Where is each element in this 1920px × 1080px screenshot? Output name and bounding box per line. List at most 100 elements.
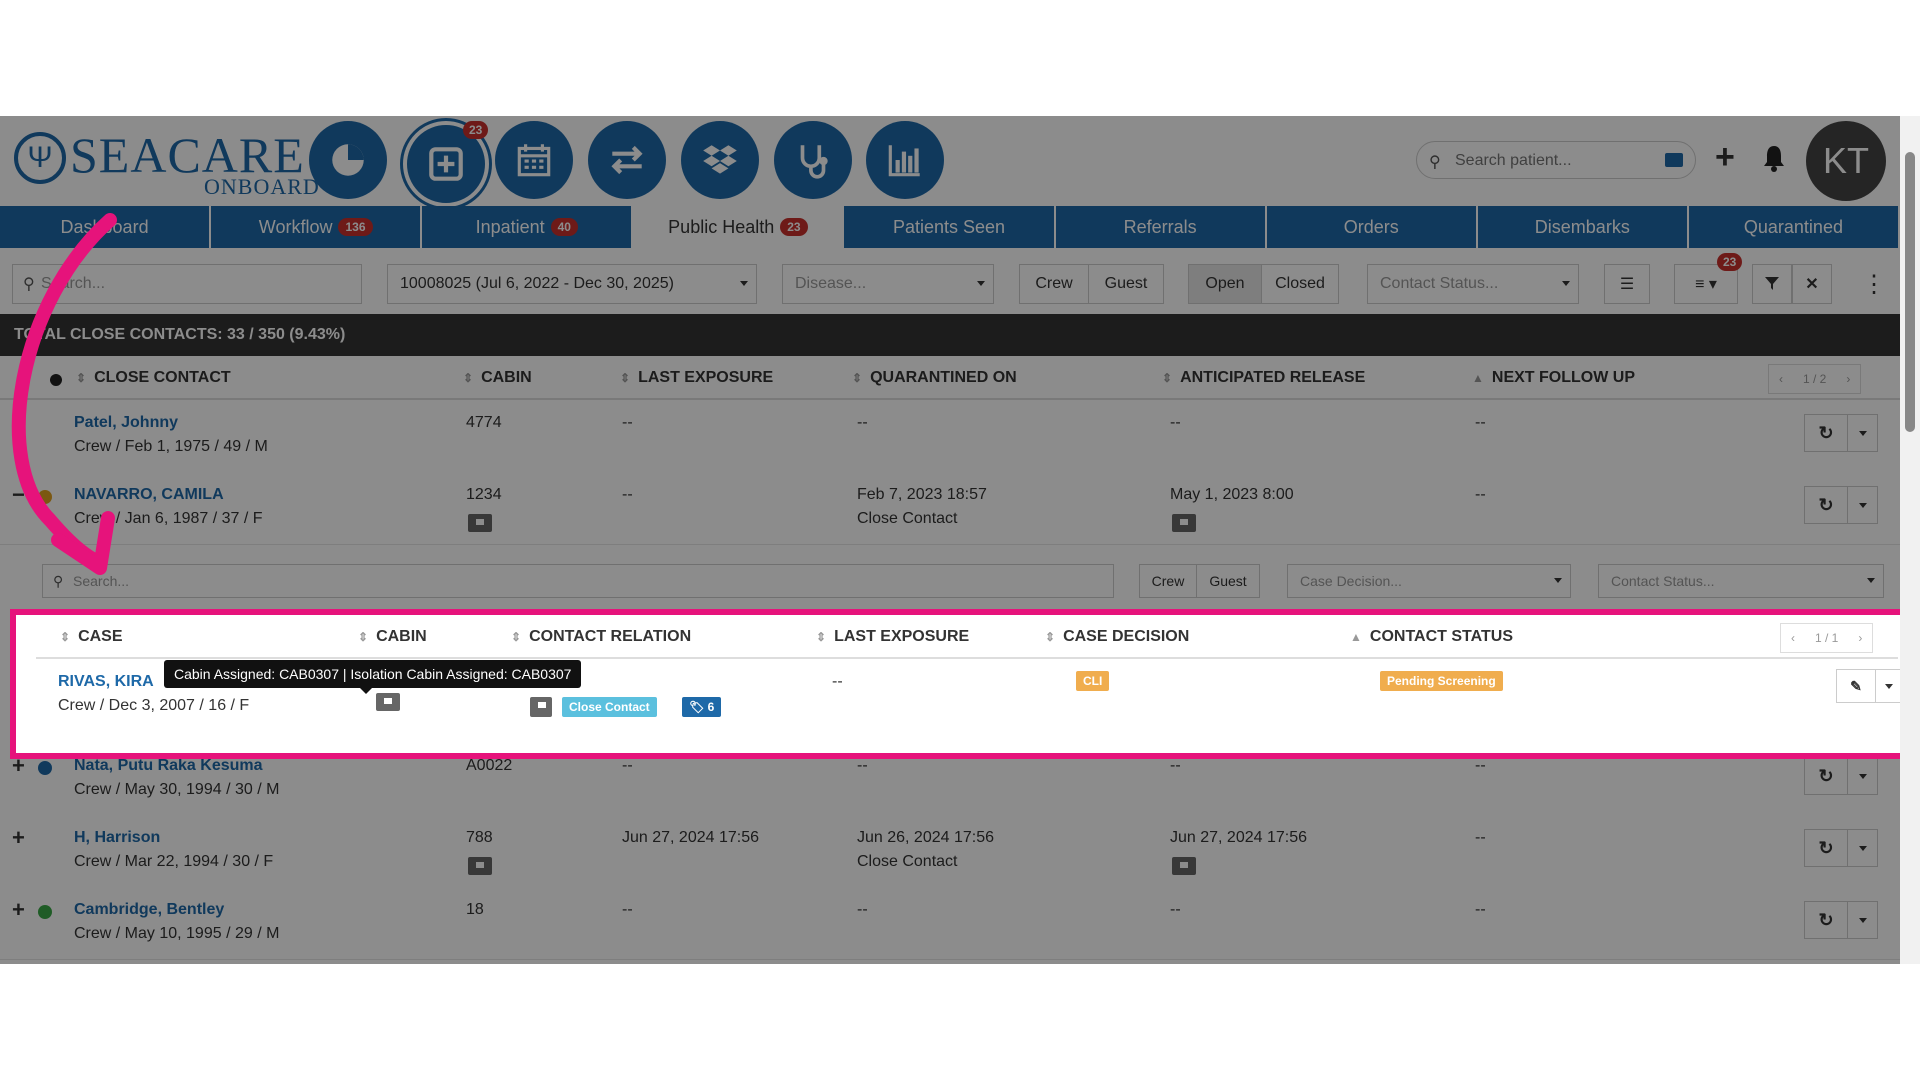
row-actions[interactable]: ↻ <box>1804 829 1878 867</box>
sub-search-input[interactable]: ⚲ Search... <box>42 564 1114 598</box>
col-last-exposure[interactable]: ⇕ LAST EXPOSURE <box>620 369 773 387</box>
contact-name-link[interactable]: Nata, Putu Raka Kesuma <box>74 757 263 775</box>
next-page-icon[interactable]: › <box>1848 631 1872 645</box>
contact-name-link[interactable]: NAVARRO, CAMILA <box>74 486 224 504</box>
tab-disembarks[interactable]: Disembarks <box>1477 206 1689 248</box>
col-cabin[interactable]: ⇕ CABIN <box>463 369 532 387</box>
stethoscope-button[interactable] <box>774 121 852 199</box>
cabin-home-icon[interactable] <box>468 857 492 875</box>
more-options-icon[interactable]: ⋮ <box>1862 270 1886 299</box>
crew-filter-button[interactable]: Crew <box>1019 264 1089 304</box>
scrollbar-thumb[interactable] <box>1905 152 1915 432</box>
sub-contact-status-select[interactable]: Contact Status... <box>1598 564 1884 598</box>
expand-toggle[interactable]: + <box>12 410 25 436</box>
col-anticipated-release[interactable]: ⇕ ANTICIPATED RELEASE <box>1162 369 1365 387</box>
clock-icon[interactable] <box>1172 857 1196 875</box>
tab-inpatient[interactable]: Inpatient 40 <box>422 206 634 248</box>
col-sub-cabin[interactable]: ⇕ CABIN <box>358 628 427 646</box>
page-scrollbar[interactable] <box>1900 116 1920 964</box>
open-filter-button[interactable]: Open <box>1188 264 1262 304</box>
col-close-contact[interactable]: ⇕ CLOSE CONTACT <box>76 369 231 387</box>
prev-page-icon[interactable]: ‹ <box>1769 372 1793 386</box>
tab-dashboard[interactable]: Dashboard <box>0 206 212 248</box>
tab-quarantined[interactable]: Quarantined <box>1688 206 1900 248</box>
clear-filters-button[interactable]: ✕ <box>1792 264 1832 304</box>
refresh-icon[interactable]: ↻ <box>1805 487 1848 523</box>
tab-patients-seen[interactable]: Patients Seen <box>844 206 1056 248</box>
voyage-select[interactable]: 10008025 (Jul 6, 2022 - Dec 30, 2025) <box>387 264 757 304</box>
closed-filter-button[interactable]: Closed <box>1261 264 1339 304</box>
tag-count-badge[interactable]: 🏷 6 <box>682 697 722 717</box>
table-pager[interactable]: ‹ 1 / 2 › <box>1768 364 1862 394</box>
col-contact-relation[interactable]: ⇕ CONTACT RELATION <box>511 628 691 646</box>
sub-guest-button[interactable]: Guest <box>1196 564 1260 598</box>
row-actions-dropdown[interactable] <box>1848 902 1877 938</box>
col-contact-status[interactable]: ▲ CONTACT STATUS <box>1350 628 1513 646</box>
col-sub-last-exposure[interactable]: ⇕ LAST EXPOSURE <box>816 628 969 646</box>
list-menu-button[interactable]: ≡ ▾ 23 <box>1674 253 1743 304</box>
dashboard-pie-button[interactable] <box>309 121 387 199</box>
add-patient-button[interactable]: 23 <box>403 121 489 207</box>
contact-search-input[interactable]: ⚲ Search... <box>12 264 362 304</box>
row-actions-dropdown[interactable] <box>1848 758 1877 794</box>
prev-page-icon[interactable]: ‹ <box>1781 631 1805 645</box>
case-table-pager[interactable]: ‹ 1 / 1 › <box>1780 623 1874 653</box>
refresh-icon[interactable]: ↻ <box>1805 415 1848 451</box>
row-actions-dropdown[interactable] <box>1848 487 1877 523</box>
contact-name-link[interactable]: H, Harrison <box>74 829 160 847</box>
refresh-icon[interactable]: ↻ <box>1805 830 1848 866</box>
contact-name-link[interactable]: Patel, Johnny <box>74 414 178 432</box>
expand-toggle[interactable]: − <box>12 482 25 508</box>
col-case[interactable]: ⇕ CASE <box>60 628 123 646</box>
col-next-follow-up[interactable]: ▲ NEXT FOLLOW UP <box>1472 369 1635 387</box>
row-actions[interactable]: ↻ <box>1804 414 1878 452</box>
row-actions-dropdown[interactable] <box>1848 830 1877 866</box>
refresh-icon[interactable]: ↻ <box>1805 758 1848 794</box>
contact-status-select[interactable]: Contact Status... <box>1367 264 1579 304</box>
case-name-link[interactable]: RIVAS, KIRA <box>58 673 154 691</box>
cabin-home-icon[interactable] <box>376 693 400 711</box>
case-edit-actions[interactable]: ✎ <box>1836 669 1902 703</box>
cabin-home-icon[interactable] <box>468 514 492 532</box>
row-actions[interactable]: ↻ <box>1804 486 1878 524</box>
id-card-icon[interactable] <box>1665 153 1683 167</box>
col-case-decision[interactable]: ⇕ CASE DECISION <box>1045 628 1189 646</box>
add-icon[interactable]: + <box>1715 138 1735 177</box>
disease-select[interactable]: Disease... <box>782 264 994 304</box>
case-decision-select[interactable]: Case Decision... <box>1287 564 1571 598</box>
expand-toggle[interactable]: + <box>12 897 25 923</box>
col-quarantined-on[interactable]: ⇕ QUARANTINED ON <box>852 369 1017 387</box>
bell-icon[interactable] <box>1762 144 1786 172</box>
table-row[interactable]: + Patel, Johnny Crew / Feb 1, 1975 / 49 / … <box>0 400 1900 473</box>
filter-button[interactable] <box>1752 264 1792 304</box>
sliders-button[interactable]: ☰ <box>1604 264 1650 304</box>
table-row[interactable]: + Cambridge, Bentley Crew / May 10, 1995 /… <box>0 887 1900 960</box>
avatar[interactable]: KT <box>1806 121 1886 201</box>
calendar-button[interactable] <box>495 121 573 199</box>
sub-crew-button[interactable]: Crew <box>1139 564 1197 598</box>
seacare-logo[interactable]: Ψ SEACARE ONBOARD <box>14 126 319 199</box>
location-pin-icon[interactable] <box>530 697 552 717</box>
contact-name-link[interactable]: Cambridge, Bentley <box>74 901 224 919</box>
tab-orders[interactable]: Orders <box>1266 206 1478 248</box>
tab-referrals[interactable]: Referrals <box>1055 206 1267 248</box>
row-actions[interactable]: ↻ <box>1804 901 1878 939</box>
patient-search[interactable]: ⚲ <box>1416 141 1696 179</box>
edit-pencil-icon[interactable]: ✎ <box>1837 670 1876 702</box>
reports-button[interactable] <box>866 121 944 199</box>
expand-toggle[interactable]: + <box>12 825 25 851</box>
dropbox-button[interactable] <box>681 121 759 199</box>
row-actions-dropdown[interactable] <box>1848 415 1877 451</box>
transfer-button[interactable] <box>588 121 666 199</box>
next-page-icon[interactable]: › <box>1836 372 1860 386</box>
tab-public-health[interactable]: Public Health 23 <box>633 206 845 248</box>
table-row[interactable]: + H, Harrison Crew / Mar 22, 1994 / 30 / F… <box>0 815 1900 888</box>
clock-icon[interactable] <box>1172 514 1196 532</box>
patient-search-input[interactable] <box>1453 148 1657 174</box>
guest-filter-button[interactable]: Guest <box>1088 264 1164 304</box>
row-actions[interactable]: ↻ <box>1804 757 1878 795</box>
tab-workflow[interactable]: Workflow 136 <box>211 206 423 248</box>
case-actions-dropdown[interactable] <box>1876 670 1901 702</box>
refresh-icon[interactable]: ↻ <box>1805 902 1848 938</box>
table-row[interactable]: − NAVARRO, CAMILA Crew / Jan 6, 1987 / 37 … <box>0 472 1900 545</box>
